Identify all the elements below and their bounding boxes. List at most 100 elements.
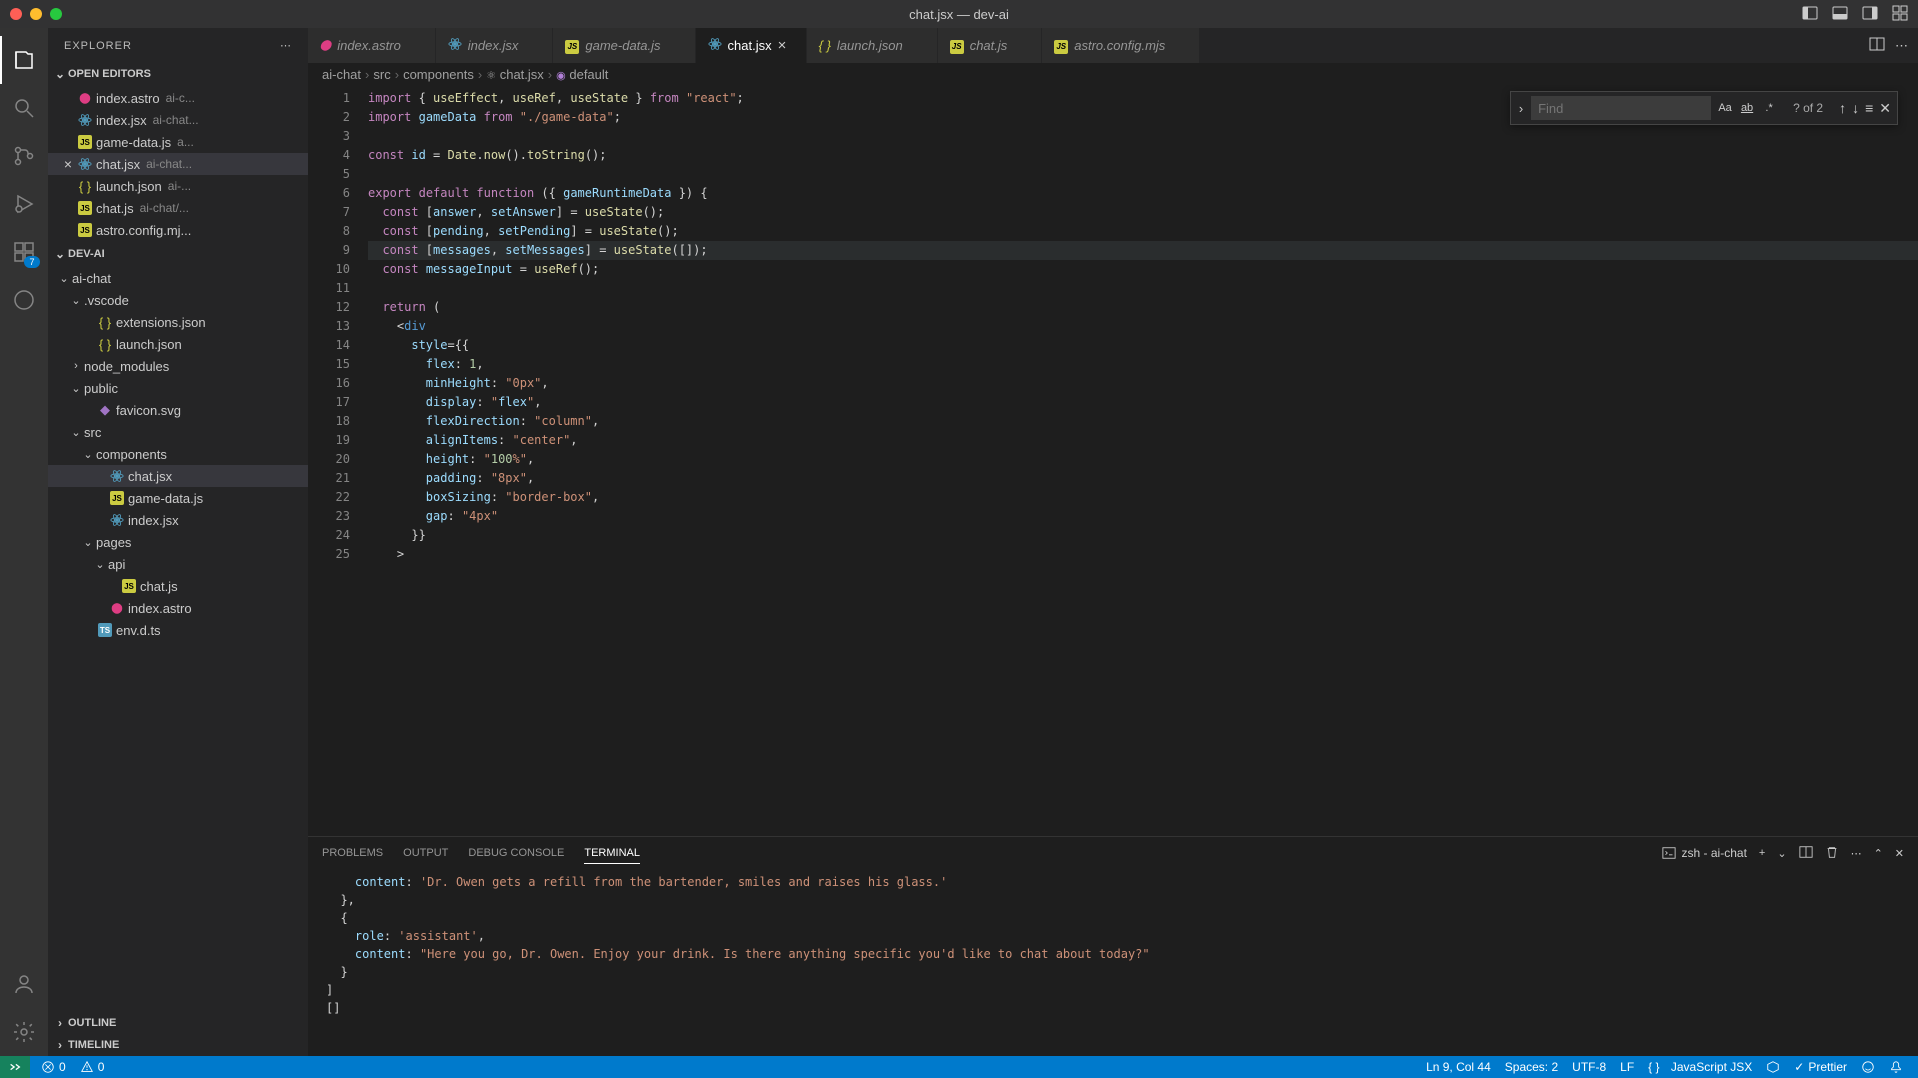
open-editor-item[interactable]: ×chat.jsxai-chat... [48, 153, 308, 175]
panel-maximize-icon[interactable]: ⌃ [1874, 847, 1883, 860]
find-input[interactable] [1531, 96, 1711, 120]
window-maximize[interactable] [50, 8, 62, 20]
folder-item[interactable]: ⌄ai-chat [48, 267, 308, 289]
code-editor[interactable]: import { useEffect, useRef, useState } f… [368, 85, 1918, 836]
status-warnings[interactable]: 0 [73, 1060, 112, 1074]
find-regex-icon[interactable]: .* [1759, 98, 1779, 118]
status-errors[interactable]: 0 [34, 1060, 73, 1074]
open-editor-item[interactable]: JSastro.config.mj... [48, 219, 308, 241]
layout-left-icon[interactable] [1802, 5, 1818, 24]
folder-item[interactable]: ⌄public [48, 377, 308, 399]
folder-item[interactable]: ⌄api [48, 553, 308, 575]
split-editor-icon[interactable] [1869, 36, 1885, 55]
activity-explorer[interactable] [0, 36, 48, 84]
open-editor-item[interactable]: JSgame-data.jsa... [48, 131, 308, 153]
more-icon[interactable]: ⋯ [1895, 38, 1908, 54]
open-editor-item[interactable]: JSchat.jsai-chat/... [48, 197, 308, 219]
terminal-split-icon[interactable] [1799, 845, 1813, 862]
activity-settings[interactable] [0, 1008, 48, 1056]
file-item[interactable]: JSgame-data.js [48, 487, 308, 509]
activity-search[interactable] [0, 84, 48, 132]
panel-tab-terminal[interactable]: TERMINAL [584, 843, 640, 864]
breadcrumb-item[interactable]: ⚛ chat.jsx [486, 67, 544, 82]
find-word-icon[interactable]: ab [1737, 98, 1757, 118]
status-cursor[interactable]: Ln 9, Col 44 [1419, 1060, 1498, 1074]
folder-item[interactable]: ⌄src [48, 421, 308, 443]
status-eslint-icon[interactable] [1759, 1060, 1787, 1074]
status-feedback-icon[interactable] [1854, 1060, 1882, 1074]
layout-bottom-icon[interactable] [1832, 5, 1848, 24]
file-item[interactable]: { }extensions.json [48, 311, 308, 333]
tab-game-data-js[interactable]: JSgame-data.js× [553, 28, 695, 63]
panel-close-icon[interactable]: ✕ [1895, 847, 1904, 860]
file-item[interactable]: ⬤index.astro [48, 597, 308, 619]
find-selection-icon[interactable]: ≡ [1865, 100, 1873, 117]
window-minimize[interactable] [30, 8, 42, 20]
status-prettier[interactable]: ✓ Prettier [1787, 1060, 1854, 1074]
status-bell-icon[interactable] [1882, 1060, 1910, 1074]
breadcrumb-item[interactable]: src [373, 67, 390, 82]
folder-item[interactable]: ⌄components [48, 443, 308, 465]
panel-tab-output[interactable]: OUTPUT [403, 843, 448, 863]
file-item[interactable]: JSchat.js [48, 575, 308, 597]
status-bar: 0 0 Ln 9, Col 44 Spaces: 2 UTF-8 LF { } … [0, 1056, 1918, 1078]
status-lang[interactable]: { } JavaScript JSX [1641, 1060, 1759, 1074]
activity-extensions[interactable]: 7 [0, 228, 48, 276]
remote-indicator[interactable] [0, 1056, 30, 1078]
terminal-selector[interactable]: zsh - ai-chat [1662, 846, 1747, 860]
section-project[interactable]: ⌄ DEV-AI [48, 243, 308, 265]
tab-astro-config-mjs[interactable]: JSastro.config.mjs× [1042, 28, 1200, 63]
tab-index-astro[interactable]: ⬤index.astro× [308, 28, 436, 63]
breadcrumb-item[interactable]: components [403, 67, 474, 82]
file-item[interactable]: { }launch.json [48, 333, 308, 355]
file-item[interactable]: index.jsx [48, 509, 308, 531]
status-eol[interactable]: LF [1613, 1060, 1641, 1074]
panel-tab-problems[interactable]: PROBLEMS [322, 843, 383, 863]
folder-item[interactable]: ⌄.vscode [48, 289, 308, 311]
layout-grid-icon[interactable] [1892, 5, 1908, 24]
open-editor-item[interactable]: index.jsxai-chat... [48, 109, 308, 131]
tab-index-jsx[interactable]: index.jsx× [436, 28, 554, 63]
open-editor-item[interactable]: { }launch.jsonai-... [48, 175, 308, 197]
file-item[interactable]: ◆favicon.svg [48, 399, 308, 421]
tab-chat-jsx[interactable]: chat.jsx× [696, 28, 807, 63]
activity-debug[interactable] [0, 180, 48, 228]
terminal-kill-icon[interactable] [1825, 845, 1839, 862]
breadcrumb-item[interactable]: ◉ default [556, 67, 608, 82]
find-case-icon[interactable]: Aa [1715, 98, 1735, 118]
file-name: extensions.json [116, 315, 206, 330]
sidebar-more-icon[interactable]: ⋯ [280, 39, 292, 52]
folder-item[interactable]: ⌄pages [48, 531, 308, 553]
section-timeline[interactable]: › TIMELINE [48, 1034, 308, 1056]
more-icon[interactable]: ⋯ [1851, 847, 1862, 860]
breadcrumbs[interactable]: ai-chat›src›components›⚛ chat.jsx›◉ defa… [308, 63, 1918, 85]
file-path-hint: ai-chat/... [140, 201, 189, 215]
section-outline[interactable]: › OUTLINE [48, 1012, 308, 1034]
close-icon[interactable]: × [778, 37, 794, 54]
terminal[interactable]: content: 'Dr. Owen gets a refill from th… [308, 869, 1918, 1056]
panel-tab-debug-console[interactable]: DEBUG CONSOLE [468, 843, 564, 863]
section-open-editors[interactable]: ⌄ OPEN EDITORS [48, 63, 308, 85]
activity-account[interactable] [0, 960, 48, 1008]
tab-launch-json[interactable]: { }launch.json× [807, 28, 938, 63]
find-close-icon[interactable]: ✕ [1879, 100, 1891, 117]
status-spaces[interactable]: Spaces: 2 [1498, 1060, 1565, 1074]
open-editor-item[interactable]: ⬤index.astroai-c... [48, 87, 308, 109]
activity-edge[interactable] [0, 276, 48, 324]
find-expand-icon[interactable]: › [1511, 101, 1531, 116]
find-prev-icon[interactable]: ↑ [1839, 100, 1846, 117]
tab-chat-js[interactable]: JSchat.js× [938, 28, 1043, 63]
activity-source-control[interactable] [0, 132, 48, 180]
file-item[interactable]: chat.jsx [48, 465, 308, 487]
status-encoding[interactable]: UTF-8 [1565, 1060, 1613, 1074]
folder-name: ai-chat [72, 271, 111, 286]
close-icon[interactable]: × [60, 156, 76, 172]
find-next-icon[interactable]: ↓ [1852, 100, 1859, 117]
terminal-dropdown-icon[interactable]: ⌄ [1777, 847, 1786, 860]
layout-right-icon[interactable] [1862, 5, 1878, 24]
folder-item[interactable]: ›node_modules [48, 355, 308, 377]
terminal-new-icon[interactable]: + [1759, 847, 1765, 859]
file-item[interactable]: TSenv.d.ts [48, 619, 308, 641]
window-close[interactable] [10, 8, 22, 20]
breadcrumb-item[interactable]: ai-chat [322, 67, 361, 82]
